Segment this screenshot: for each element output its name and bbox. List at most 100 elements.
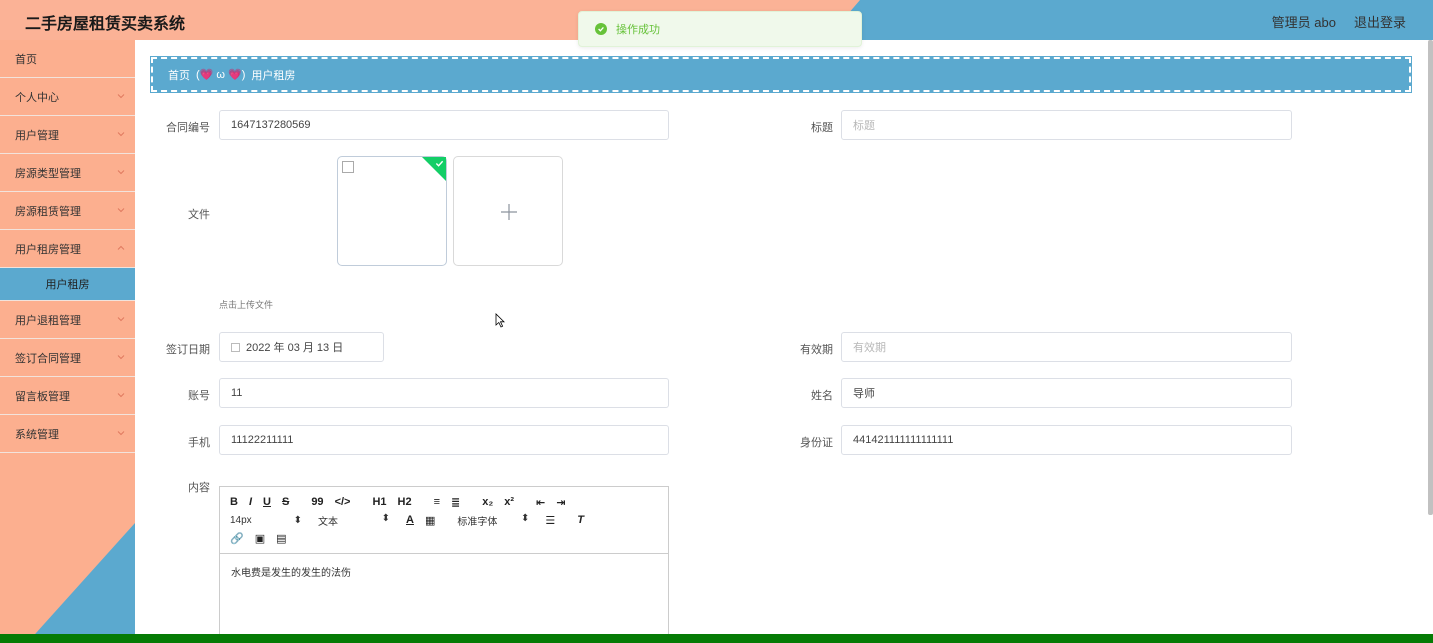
breadcrumb-current: 用户租房 — [251, 69, 296, 82]
admin-user-label: 管理员 abo — [1271, 15, 1336, 30]
chevron-down-icon — [117, 132, 125, 137]
rich-text-editor: B I U S 99 </> H1 H2 ≡ ≣ x₂ x² ⇤ ⇥ 14px ⬍… — [219, 486, 669, 643]
sidebar-item-personal-center[interactable]: 个人中心 — [0, 78, 135, 116]
editor-toolbar: B I U S 99 </> H1 H2 ≡ ≣ x₂ x² ⇤ ⇥ 14px ⬍… — [220, 487, 668, 554]
sidebar-item-house-type[interactable]: 房源类型管理 — [0, 154, 135, 192]
bottom-bar — [0, 634, 1433, 643]
check-circle-icon — [595, 23, 607, 35]
ordered-list-button[interactable]: ≡ — [434, 496, 440, 508]
sidebar-item-user-checkout[interactable]: 用户退租管理 — [0, 301, 135, 339]
clear-format-icon[interactable]: T — [577, 514, 584, 526]
sidebar-item-label: 用户管理 — [15, 129, 59, 142]
upload-hint: 点击上传文件 — [219, 300, 274, 310]
editor-content[interactable]: 水电费是发生的发生的法伤 — [220, 554, 668, 589]
sidebar-item-label: 个人中心 — [15, 91, 59, 104]
id-card-label: 身份证 — [800, 437, 833, 449]
italic-button[interactable]: I — [249, 496, 252, 508]
sidebar-item-home[interactable]: 首页 — [0, 40, 135, 78]
select-arrows-icon: ⬍ — [520, 512, 530, 524]
chevron-down-icon — [117, 355, 125, 360]
text-style-value: 文本 — [318, 516, 338, 528]
superscript-button[interactable]: x² — [504, 496, 514, 508]
font-family-select[interactable]: 标准字体 ⬍ — [457, 513, 529, 528]
header-user-area: 管理员 abo 退出登录 — [1272, 12, 1406, 31]
success-toast: 操作成功 — [578, 11, 862, 47]
subscript-button[interactable]: x₂ — [482, 496, 493, 508]
sidebar-item-message-board[interactable]: 留言板管理 — [0, 377, 135, 415]
h2-button[interactable]: H2 — [398, 496, 412, 508]
outdent-button[interactable]: ⇤ — [536, 496, 545, 509]
phone-label: 手机 — [188, 437, 210, 449]
underline-button[interactable]: U — [263, 496, 271, 508]
name-label: 姓名 — [811, 390, 833, 402]
phone-input[interactable]: 11122211111 — [219, 425, 669, 455]
sidebar-item-label: 系统管理 — [15, 428, 59, 441]
upload-add-button[interactable] — [453, 156, 563, 266]
logout-link[interactable]: 退出登录 — [1354, 12, 1406, 31]
chevron-down-icon — [117, 170, 125, 175]
id-card-input[interactable]: 441421111111111111 — [841, 425, 1292, 455]
link-icon[interactable]: 🔗 — [230, 532, 244, 545]
breadcrumb-separator: (💗 ω 💗) — [196, 69, 246, 81]
select-arrows-icon: ⬍ — [293, 514, 302, 526]
sidebar-item-label: 用户租房管理 — [15, 243, 81, 256]
validity-input[interactable]: 有效期 — [841, 332, 1292, 362]
header-select[interactable]: 文本 ⬍ — [318, 513, 390, 528]
page-scrollbar[interactable] — [1428, 40, 1433, 515]
chevron-down-icon — [117, 393, 125, 398]
font-family-value: 标准字体 — [457, 516, 498, 528]
sidebar: 首页 个人中心 用户管理 房源类型管理 房源租赁管理 用户租房管理 用户租房 用… — [0, 40, 135, 643]
bold-button[interactable]: B — [230, 496, 238, 508]
video-icon[interactable]: ▤ — [276, 532, 286, 545]
uploaded-file-thumbnail[interactable] — [337, 156, 447, 266]
sidebar-item-contract[interactable]: 签订合同管理 — [0, 339, 135, 377]
chevron-down-icon — [117, 317, 125, 322]
sidebar-item-user-management[interactable]: 用户管理 — [0, 116, 135, 154]
title-input[interactable]: 标题 — [841, 110, 1292, 140]
sidebar-item-system[interactable]: 系统管理 — [0, 415, 135, 453]
indent-button[interactable]: ⇥ — [556, 496, 565, 509]
select-arrows-icon: ⬍ — [381, 512, 390, 524]
app-title: 二手房屋租赁买卖系统 — [25, 16, 186, 33]
toast-message: 操作成功 — [616, 24, 660, 36]
title-label: 标题 — [811, 122, 833, 134]
chevron-up-icon — [117, 245, 125, 250]
font-size-select[interactable]: 14px ⬍ — [230, 515, 302, 526]
sidebar-item-user-rent-management[interactable]: 用户租房管理 — [0, 230, 135, 268]
account-input[interactable]: 11 — [219, 378, 669, 408]
align-icon[interactable]: ☰ — [545, 514, 555, 527]
sidebar-item-label: 留言板管理 — [15, 390, 70, 403]
chevron-down-icon — [117, 208, 125, 213]
sidebar-subitem-user-rent[interactable]: 用户租房 — [0, 268, 135, 301]
sidebar-item-label: 房源租赁管理 — [15, 205, 81, 218]
bottom-overlay — [1164, 622, 1429, 634]
breadcrumb: 首页 (💗 ω 💗) 用户租房 — [150, 56, 1412, 93]
background-color-icon[interactable]: ▦ — [425, 514, 435, 527]
bullet-list-button[interactable]: ≣ — [451, 496, 460, 509]
sign-date-picker[interactable]: 2022 年 03 月 13 日 — [219, 332, 384, 362]
font-color-icon[interactable]: A — [406, 514, 414, 526]
quote-button[interactable]: 99 — [311, 496, 323, 508]
sidebar-item-label: 用户退租管理 — [15, 314, 81, 327]
image-icon[interactable]: ▣ — [255, 532, 265, 545]
mouse-cursor-icon — [495, 313, 505, 328]
h1-button[interactable]: H1 — [372, 496, 386, 508]
contract-no-label: 合同编号 — [166, 122, 210, 134]
sidebar-decoration — [27, 523, 135, 643]
sidebar-item-label: 用户租房 — [45, 279, 90, 291]
file-label: 文件 — [188, 209, 210, 221]
content-label: 内容 — [188, 482, 210, 494]
sidebar-item-label: 房源类型管理 — [15, 167, 81, 180]
breadcrumb-home[interactable]: 首页 — [168, 67, 190, 83]
strike-button[interactable]: S — [282, 496, 289, 508]
name-input[interactable]: 导师 — [841, 378, 1292, 408]
sidebar-item-house-rental[interactable]: 房源租赁管理 — [0, 192, 135, 230]
chevron-down-icon — [117, 431, 125, 436]
check-icon — [435, 160, 444, 167]
broken-image-icon — [342, 161, 354, 173]
code-button[interactable]: </> — [335, 496, 351, 508]
calendar-icon — [231, 342, 240, 352]
sidebar-item-label: 签订合同管理 — [15, 352, 81, 365]
contract-no-input[interactable]: 1647137280569 — [219, 110, 669, 140]
sidebar-item-label: 首页 — [15, 53, 37, 66]
